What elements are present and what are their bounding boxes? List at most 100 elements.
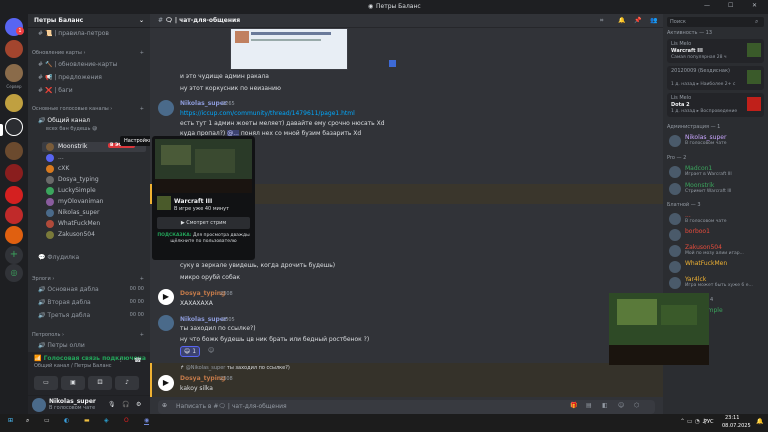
- voice-channel[interactable]: 🔊 Третья дабла 00 00: [28, 312, 150, 319]
- channel-item[interactable]: 💬 Флудилка: [28, 254, 150, 261]
- camera-button[interactable]: ▭: [34, 376, 58, 390]
- store-icon[interactable]: ◈: [104, 417, 109, 424]
- server-icon[interactable]: [5, 64, 23, 82]
- close-button[interactable]: ✕: [752, 2, 757, 9]
- voice-channel[interactable]: 🔊 Основная дабла 00 00: [28, 286, 150, 293]
- clock-time[interactable]: 23:11: [725, 415, 739, 421]
- members-icon[interactable]: 👥: [650, 17, 657, 24]
- threads-icon[interactable]: ⌗: [600, 17, 603, 25]
- server-icon[interactable]: [5, 226, 23, 244]
- member-item[interactable]: Moonstrik Стримит Warcraft III: [663, 181, 768, 198]
- apps-icon[interactable]: ⬡: [634, 402, 639, 409]
- discover-icon[interactable]: ◎: [5, 264, 23, 282]
- notifications-icon[interactable]: 🔔: [756, 418, 763, 425]
- member-item[interactable]: Madcon1 Играет в Warcraft III: [663, 164, 768, 181]
- headphones-icon[interactable]: 🎧: [122, 401, 129, 408]
- server-icon[interactable]: [5, 186, 23, 204]
- member-item[interactable]: borboo1: [663, 227, 768, 243]
- server-icon[interactable]: [5, 142, 23, 160]
- voice-user[interactable]: Nikolas_super: [28, 208, 150, 218]
- channel-item[interactable]: # 📜 | правила-петров: [28, 30, 150, 37]
- bell-icon[interactable]: 🔔: [618, 17, 625, 24]
- pin-icon[interactable]: 📌: [634, 17, 641, 24]
- avatar[interactable]: [158, 100, 174, 116]
- category-header[interactable]: Эрлоги › +: [28, 276, 150, 282]
- voice-user[interactable]: cXK: [28, 164, 150, 174]
- gear-icon[interactable]: ⚙: [136, 401, 141, 408]
- category-header[interactable]: Обновление карты › +: [28, 50, 150, 56]
- opera-icon[interactable]: O: [124, 417, 129, 424]
- member-item[interactable]: WhatFuckMen: [663, 259, 768, 275]
- screen-share-button[interactable]: ▣: [61, 376, 85, 390]
- member-item[interactable]: ... В голосовом чате: [663, 211, 768, 227]
- emoji-icon[interactable]: ☺: [618, 402, 624, 409]
- sticker-icon[interactable]: ◧: [602, 402, 608, 409]
- tray-icons[interactable]: ⌃ ▭ ◔ ♫: [680, 418, 707, 425]
- microphone-icon[interactable]: 🎙: [108, 401, 116, 408]
- message-input-box[interactable]: ⊕ Написать в #🗨 | чат-для-общения 🎁 ▤ ◧ …: [158, 400, 655, 414]
- category-header[interactable]: Петрополь › +: [28, 332, 150, 338]
- discord-taskbar-icon[interactable]: ◉: [144, 417, 150, 425]
- server-header[interactable]: Петры Баланс ⌄: [28, 14, 150, 28]
- file-explorer-icon[interactable]: ▬: [84, 417, 90, 424]
- server-icon[interactable]: [5, 40, 23, 58]
- category-header[interactable]: Основные голосовые каналы › +: [28, 106, 150, 112]
- message-author[interactable]: Nikolas_super: [180, 316, 227, 323]
- avatar[interactable]: ▶: [158, 375, 174, 391]
- message-link[interactable]: https://iccup.com/community/thread/14796…: [180, 110, 355, 117]
- expand-icon[interactable]: [389, 60, 396, 67]
- server-icon[interactable]: [5, 206, 23, 224]
- task-view-icon[interactable]: ▭: [44, 417, 50, 424]
- embed-image[interactable]: [230, 28, 348, 70]
- edge-icon[interactable]: ◐: [64, 417, 69, 424]
- reply-reference[interactable]: ↱ @Nikolas_super ты заходил по ссылке?): [180, 365, 290, 371]
- noise-suppression-icon[interactable]: ⫶: [120, 357, 122, 365]
- activity-button[interactable]: ⚃: [88, 376, 112, 390]
- voice-channel[interactable]: 🔊 Общий канал: [28, 117, 150, 124]
- message-author[interactable]: Dosya_typing: [180, 290, 225, 297]
- add-server-icon[interactable]: +: [5, 246, 23, 264]
- member-item[interactable]: Yar4lck Игра может быть хуже 6 е...: [663, 275, 768, 291]
- voice-channel[interactable]: 🔊 Петры олли: [28, 342, 150, 349]
- stream-preview-popup[interactable]: Warcraft III В игре уже 40 минут ▶ Смотр…: [152, 136, 255, 260]
- gif-icon[interactable]: ▤: [586, 402, 592, 409]
- clock-date[interactable]: 08.07.2025: [722, 423, 751, 429]
- stream-thumbnail[interactable]: [155, 139, 252, 193]
- voice-user[interactable]: LuckySimple: [28, 186, 150, 196]
- server-icon[interactable]: [5, 118, 23, 136]
- soundboard-button[interactable]: ♪: [115, 376, 139, 390]
- message-author[interactable]: Dosya_typing: [180, 375, 225, 382]
- channel-item[interactable]: # 📢 | предложения: [28, 74, 150, 81]
- member-item[interactable]: Nikolas_super В голосовом чате: [663, 133, 768, 151]
- avatar[interactable]: [158, 315, 174, 331]
- windows-start-icon[interactable]: ⊞: [8, 417, 13, 424]
- stream-pip[interactable]: [609, 293, 709, 365]
- voice-user[interactable]: ...: [28, 153, 150, 163]
- channel-item[interactable]: # 🔨 | обновление-карты: [28, 61, 150, 68]
- watch-stream-button[interactable]: ▶ Смотрет стрим: [157, 217, 250, 229]
- add-reaction-icon[interactable]: ☺: [208, 347, 214, 354]
- disconnect-icon[interactable]: ☎: [134, 357, 141, 364]
- avatar[interactable]: ▶: [158, 289, 174, 305]
- channel-item[interactable]: # ❌ | баги: [28, 87, 150, 94]
- message-input[interactable]: Написать в #🗨 | чат-для-общения: [176, 403, 287, 410]
- minimize-button[interactable]: —: [704, 2, 710, 9]
- server-icon[interactable]: [5, 94, 23, 112]
- activity-card[interactable]: Lis Melo Dota 21 д. назад ▸ Воспроведение: [667, 93, 764, 117]
- message-author[interactable]: Nikolas_super: [180, 100, 227, 107]
- voice-user[interactable]: Dosya_typing: [28, 175, 150, 185]
- search-icon[interactable]: ⌕: [26, 417, 29, 425]
- gift-icon[interactable]: 🎁: [570, 402, 577, 409]
- add-attachment-icon[interactable]: ⊕: [162, 402, 167, 409]
- activity-card[interactable]: Lis Melo Warcraft III Самая популярная 28 …: [667, 39, 764, 63]
- member-item[interactable]: Zakuson504 Мой по мозу алии игар...: [663, 243, 768, 259]
- activity-card[interactable]: 20120009 (Бездиснак) 1 д. назад ▸ Наиболе…: [667, 66, 764, 90]
- voice-user[interactable]: WhatFuckMen: [28, 219, 150, 229]
- search-input[interactable]: Поиск ⌕: [667, 17, 764, 27]
- voice-user[interactable]: Zakuson504: [28, 230, 150, 240]
- maximize-button[interactable]: ☐: [728, 2, 733, 9]
- voice-user[interactable]: myOlovaniman: [28, 197, 150, 207]
- server-icon[interactable]: [5, 164, 23, 182]
- avatar[interactable]: [32, 398, 46, 412]
- reaction[interactable]: 😄 1: [180, 346, 201, 357]
